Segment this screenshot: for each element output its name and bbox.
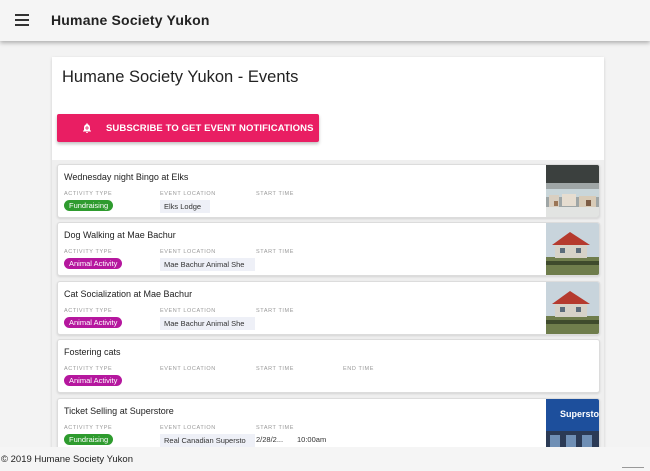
event-location-value: Real Canadian Supersto [160, 434, 255, 447]
events-card: Humane Society Yukon - Events SUBSCRIBE … [52, 57, 604, 457]
event-thumbnail [546, 165, 599, 217]
event-card[interactable]: Wednesday night Bingo at Elks ACTIVITY T… [57, 164, 600, 218]
thumbnail-store-sign: Superstore [560, 409, 599, 419]
bell-icon [83, 123, 91, 133]
event-thumbnail [546, 223, 599, 275]
activity-chip: Animal Activity [64, 258, 123, 269]
subscribe-button[interactable]: SUBSCRIBE TO GET EVENT NOTIFICATIONS [57, 114, 319, 142]
event-card[interactable]: Cat Socialization at Mae Bachur ACTIVITY… [57, 281, 600, 335]
activity-type-label: ACTIVITY TYPE [64, 425, 113, 431]
activity-type-label: ACTIVITY TYPE [64, 308, 113, 314]
activity-chip: Fundraising [64, 200, 114, 211]
event-location-value: Mae Bachur Animal She [160, 317, 255, 330]
event-name: Ticket Selling at Superstore [64, 406, 174, 416]
event-name: Wednesday night Bingo at Elks [64, 172, 189, 182]
event-location-label: EVENT LOCATION [160, 191, 216, 197]
activity-type-label: ACTIVITY TYPE [64, 249, 113, 255]
page-title: Humane Society Yukon - Events [62, 68, 299, 86]
event-location-label: EVENT LOCATION [160, 308, 216, 314]
start-time-value: 10:00am [297, 435, 327, 444]
activity-chip: Fundraising [64, 434, 114, 445]
activity-type-label: ACTIVITY TYPE [64, 366, 113, 372]
event-location-value: Mae Bachur Animal She [160, 258, 255, 271]
footer-divider [622, 467, 644, 468]
start-date-value: 2/28/2... [256, 435, 284, 444]
hamburger-menu-icon[interactable] [15, 14, 29, 26]
app-title: Humane Society Yukon [51, 12, 210, 28]
subscribe-button-label: SUBSCRIBE TO GET EVENT NOTIFICATIONS [106, 122, 314, 134]
start-time-label: START TIME [256, 191, 294, 197]
event-card[interactable]: Dog Walking at Mae Bachur ACTIVITY TYPE … [57, 222, 600, 276]
start-time-label: START TIME [256, 425, 294, 431]
event-name: Cat Socialization at Mae Bachur [64, 289, 193, 299]
event-name: Fostering cats [64, 347, 121, 357]
event-location-label: EVENT LOCATION [160, 425, 216, 431]
event-thumbnail [546, 282, 599, 334]
activity-chip: Animal Activity [64, 317, 123, 328]
end-time-label: END TIME [343, 366, 374, 372]
activity-chip: Animal Activity [64, 375, 123, 386]
events-list: Wednesday night Bingo at Elks ACTIVITY T… [52, 160, 604, 457]
footer: © 2019 Humane Society Yukon [0, 447, 650, 471]
start-time-label: START TIME [256, 249, 294, 255]
app-bar: Humane Society Yukon [0, 0, 650, 41]
start-time-label: START TIME [256, 308, 294, 314]
footer-copyright: © 2019 Humane Society Yukon [1, 454, 133, 465]
event-card[interactable]: Fostering cats ACTIVITY TYPE EVENT LOCAT… [57, 339, 600, 393]
event-name: Dog Walking at Mae Bachur [64, 230, 176, 240]
start-time-label: START TIME [256, 366, 294, 372]
event-location-value: Elks Lodge [160, 200, 210, 213]
event-location-label: EVENT LOCATION [160, 249, 216, 255]
activity-type-label: ACTIVITY TYPE [64, 191, 113, 197]
event-location-label: EVENT LOCATION [160, 366, 216, 372]
